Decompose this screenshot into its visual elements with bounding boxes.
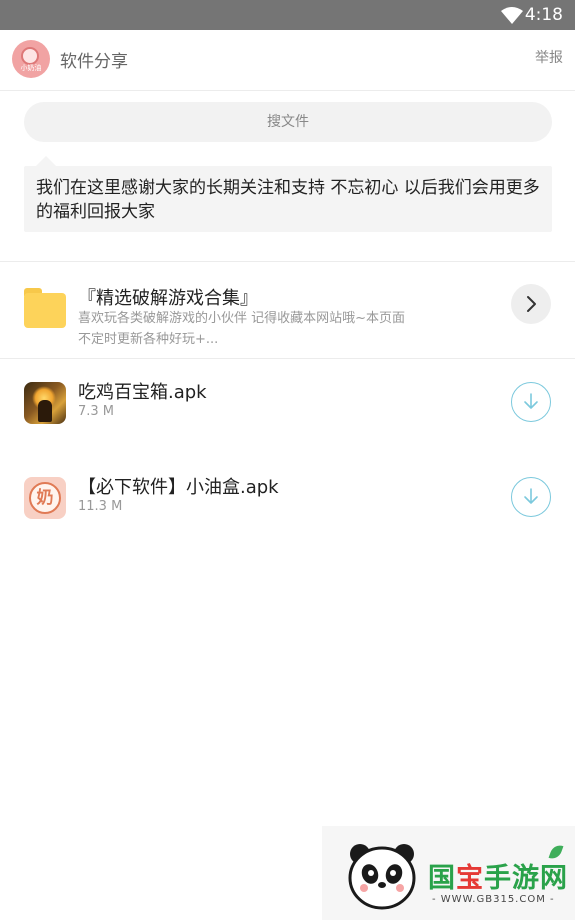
download-button[interactable] (511, 382, 551, 422)
file-name: 【必下软件】小油盒.apk (78, 477, 279, 498)
panda-mascot-icon (348, 844, 416, 910)
bubble-arrow (36, 156, 56, 166)
download-button[interactable] (511, 477, 551, 517)
header: 小奶油 软件分享 举报 (0, 30, 575, 91)
watermark-title: 国宝手游网 (428, 863, 568, 894)
page-title: 软件分享 (60, 52, 128, 72)
file-item[interactable]: 吃鸡百宝箱.apk 7.3 M (0, 378, 575, 474)
report-button[interactable]: 举报 (535, 47, 563, 67)
download-icon (524, 393, 538, 409)
avatar-text: 小奶油 (20, 64, 42, 72)
oil-box-app-icon: 奶 (24, 477, 66, 519)
open-folder-button[interactable] (511, 284, 551, 324)
file-size: 7.3 M (78, 404, 115, 419)
folder-item[interactable]: 『精选破解游戏合集』 喜欢玩各类破解游戏的小伙伴 记得收藏本网站哦~本页面不定时… (0, 262, 575, 358)
game-app-icon (24, 382, 66, 424)
wifi-icon (501, 7, 523, 24)
status-time: 4:18 (524, 5, 563, 25)
file-size: 11.3 M (78, 499, 123, 514)
status-bar: 4:18 (0, 0, 575, 30)
watermark-url: - WWW.GB315.COM - (432, 894, 555, 905)
search-input[interactable]: 搜文件 (24, 102, 552, 142)
file-item[interactable]: 奶 【必下软件】小油盒.apk 11.3 M (0, 473, 575, 569)
folder-description: 喜欢玩各类破解游戏的小伙伴 记得收藏本网站哦~本页面不定时更新各种好玩+... (78, 311, 406, 347)
file-name: 吃鸡百宝箱.apk (78, 382, 207, 403)
chevron-right-icon (527, 296, 536, 312)
folder-icon (24, 288, 66, 328)
folder-name: 『精选破解游戏合集』 (78, 288, 258, 309)
watermark-logo: 国宝手游网 - WWW.GB315.COM - (322, 826, 575, 920)
download-icon (524, 488, 538, 504)
notice-bubble: 我们在这里感谢大家的长期关注和支持 不忘初心 以后我们会用更多的福利回报大家 (24, 156, 552, 232)
notice-text: 我们在这里感谢大家的长期关注和支持 不忘初心 以后我们会用更多的福利回报大家 (36, 178, 540, 222)
divider (0, 358, 575, 359)
avatar[interactable]: 小奶油 (12, 40, 50, 78)
